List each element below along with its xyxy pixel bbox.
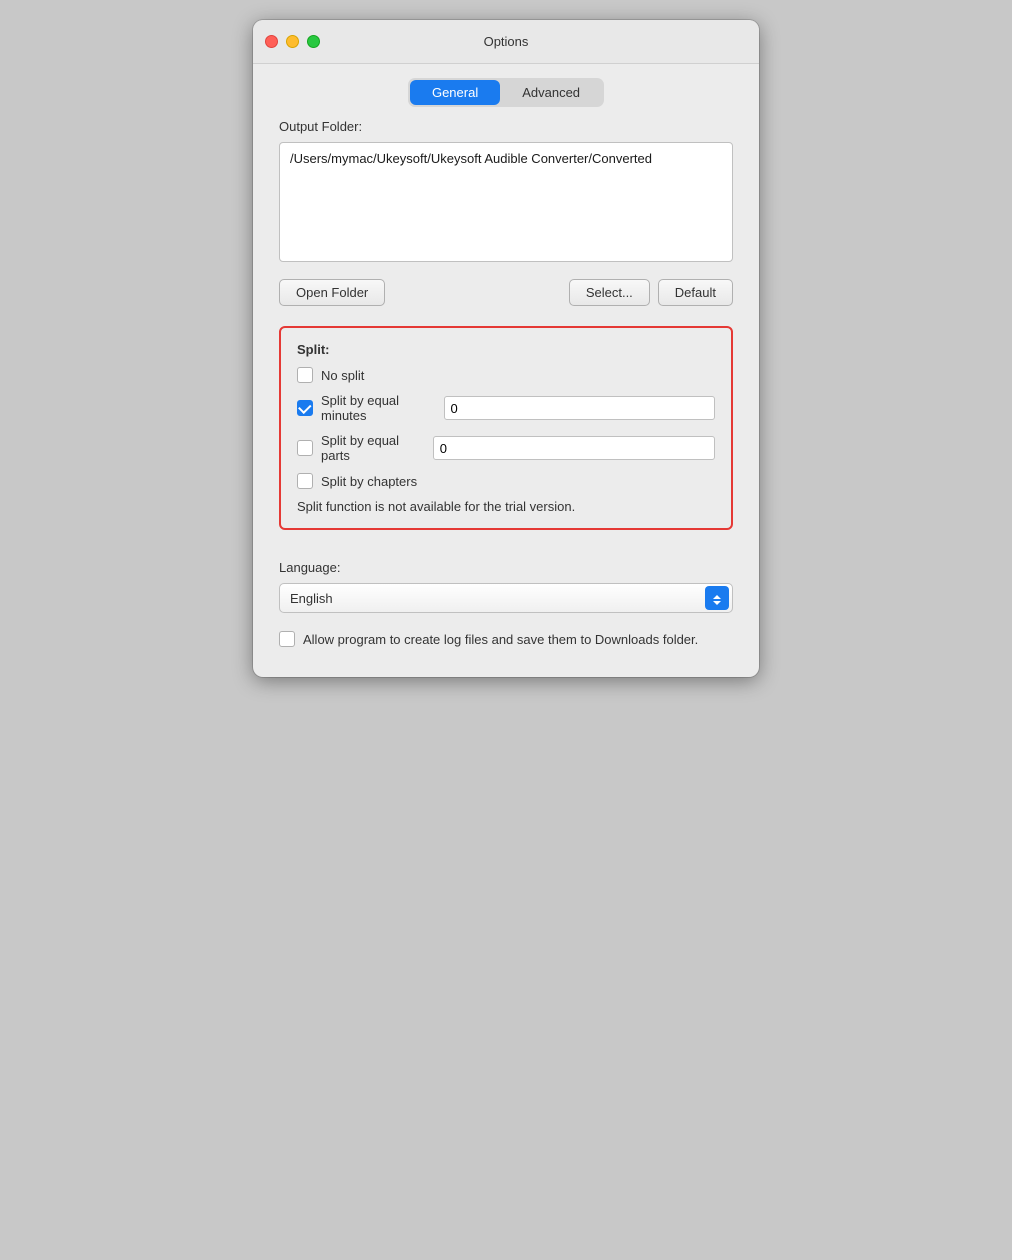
tab-advanced[interactable]: Advanced [500, 80, 602, 105]
btn-right-group: Select... Default [569, 279, 733, 306]
split-option-chapters: Split by chapters [297, 473, 715, 489]
select-button[interactable]: Select... [569, 279, 650, 306]
open-folder-button[interactable]: Open Folder [279, 279, 385, 306]
split-parts-label: Split by equal parts [321, 433, 425, 463]
traffic-lights [265, 35, 320, 48]
log-label: Allow program to create log files and sa… [303, 632, 698, 647]
split-parts-checkbox[interactable] [297, 440, 313, 456]
titlebar: Options [253, 20, 759, 64]
split-title: Split: [297, 342, 715, 357]
tab-group: General Advanced [408, 78, 604, 107]
close-button[interactable] [265, 35, 278, 48]
split-option-parts: Split by equal parts [297, 433, 715, 463]
no-split-label: No split [321, 368, 364, 383]
language-section: Language: English French German Spanish … [279, 560, 733, 613]
minimize-button[interactable] [286, 35, 299, 48]
split-option-no-split: No split [297, 367, 715, 383]
split-chapters-checkbox[interactable] [297, 473, 313, 489]
split-box: Split: No split Split by equal minutes S… [279, 326, 733, 530]
folder-buttons: Open Folder Select... Default [279, 279, 733, 306]
language-label: Language: [279, 560, 733, 575]
split-chapters-label: Split by chapters [321, 474, 417, 489]
window-title: Options [484, 34, 529, 49]
default-button[interactable]: Default [658, 279, 733, 306]
tab-general[interactable]: General [410, 80, 500, 105]
output-folder-label: Output Folder: [279, 119, 733, 134]
split-option-minutes: Split by equal minutes [297, 393, 715, 423]
options-window: Options General Advanced Output Folder: … [253, 20, 759, 677]
log-checkbox[interactable] [279, 631, 295, 647]
language-select[interactable]: English French German Spanish Chinese Ja… [279, 583, 733, 613]
split-minutes-label: Split by equal minutes [321, 393, 436, 423]
split-note: Split function is not available for the … [297, 499, 715, 514]
split-parts-input[interactable] [433, 436, 715, 460]
tab-bar: General Advanced [253, 64, 759, 119]
no-split-checkbox[interactable] [297, 367, 313, 383]
btn-left-group: Open Folder [279, 279, 385, 306]
output-path-field[interactable]: /Users/mymac/Ukeysoft/Ukeysoft Audible C… [279, 142, 733, 262]
log-option: Allow program to create log files and sa… [279, 631, 733, 647]
main-content: Output Folder: /Users/mymac/Ukeysoft/Uke… [253, 119, 759, 647]
split-minutes-input[interactable] [444, 396, 715, 420]
split-minutes-checkbox[interactable] [297, 400, 313, 416]
maximize-button[interactable] [307, 35, 320, 48]
language-select-wrapper: English French German Spanish Chinese Ja… [279, 583, 733, 613]
